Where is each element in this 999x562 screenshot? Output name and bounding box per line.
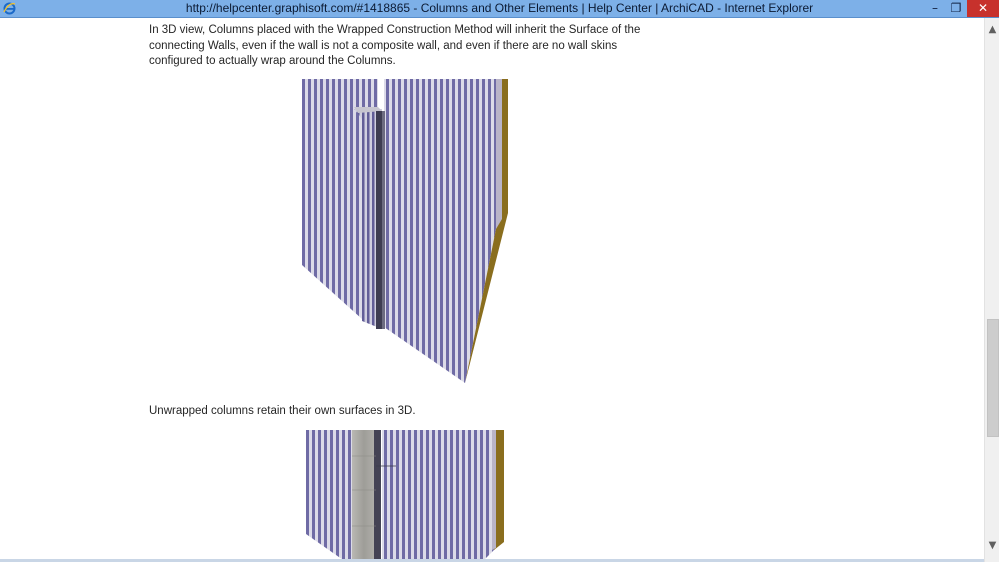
minimize-button[interactable]: – [925,0,945,17]
wrapped-column-render [302,79,508,383]
unwrapped-columns-paragraph: Unwrapped columns retain their own surfa… [149,405,416,417]
right-wall-face [382,430,494,562]
title-bar: http://helpcenter.graphisoft.com/#141886… [0,0,999,18]
wrapped-columns-paragraph: In 3D view, Columns placed with the Wrap… [149,24,641,67]
scroll-thumb[interactable] [987,319,999,437]
scroll-down-arrow-icon[interactable]: ▼ [985,538,999,554]
close-button[interactable]: ✕ [967,0,999,17]
left-wall-face [306,430,356,562]
scroll-up-arrow-icon[interactable]: ▲ [985,22,999,38]
unwrapped-column-render [306,430,504,562]
restore-button[interactable]: ❐ [946,0,966,17]
page-content: In 3D view, Columns placed with the Wrap… [0,18,984,562]
unwrapped-column [352,430,376,562]
window-title: http://helpcenter.graphisoft.com/#141886… [185,1,814,15]
vertical-scrollbar[interactable]: ▲ ▼ [984,18,999,562]
right-wall-face [384,79,496,383]
